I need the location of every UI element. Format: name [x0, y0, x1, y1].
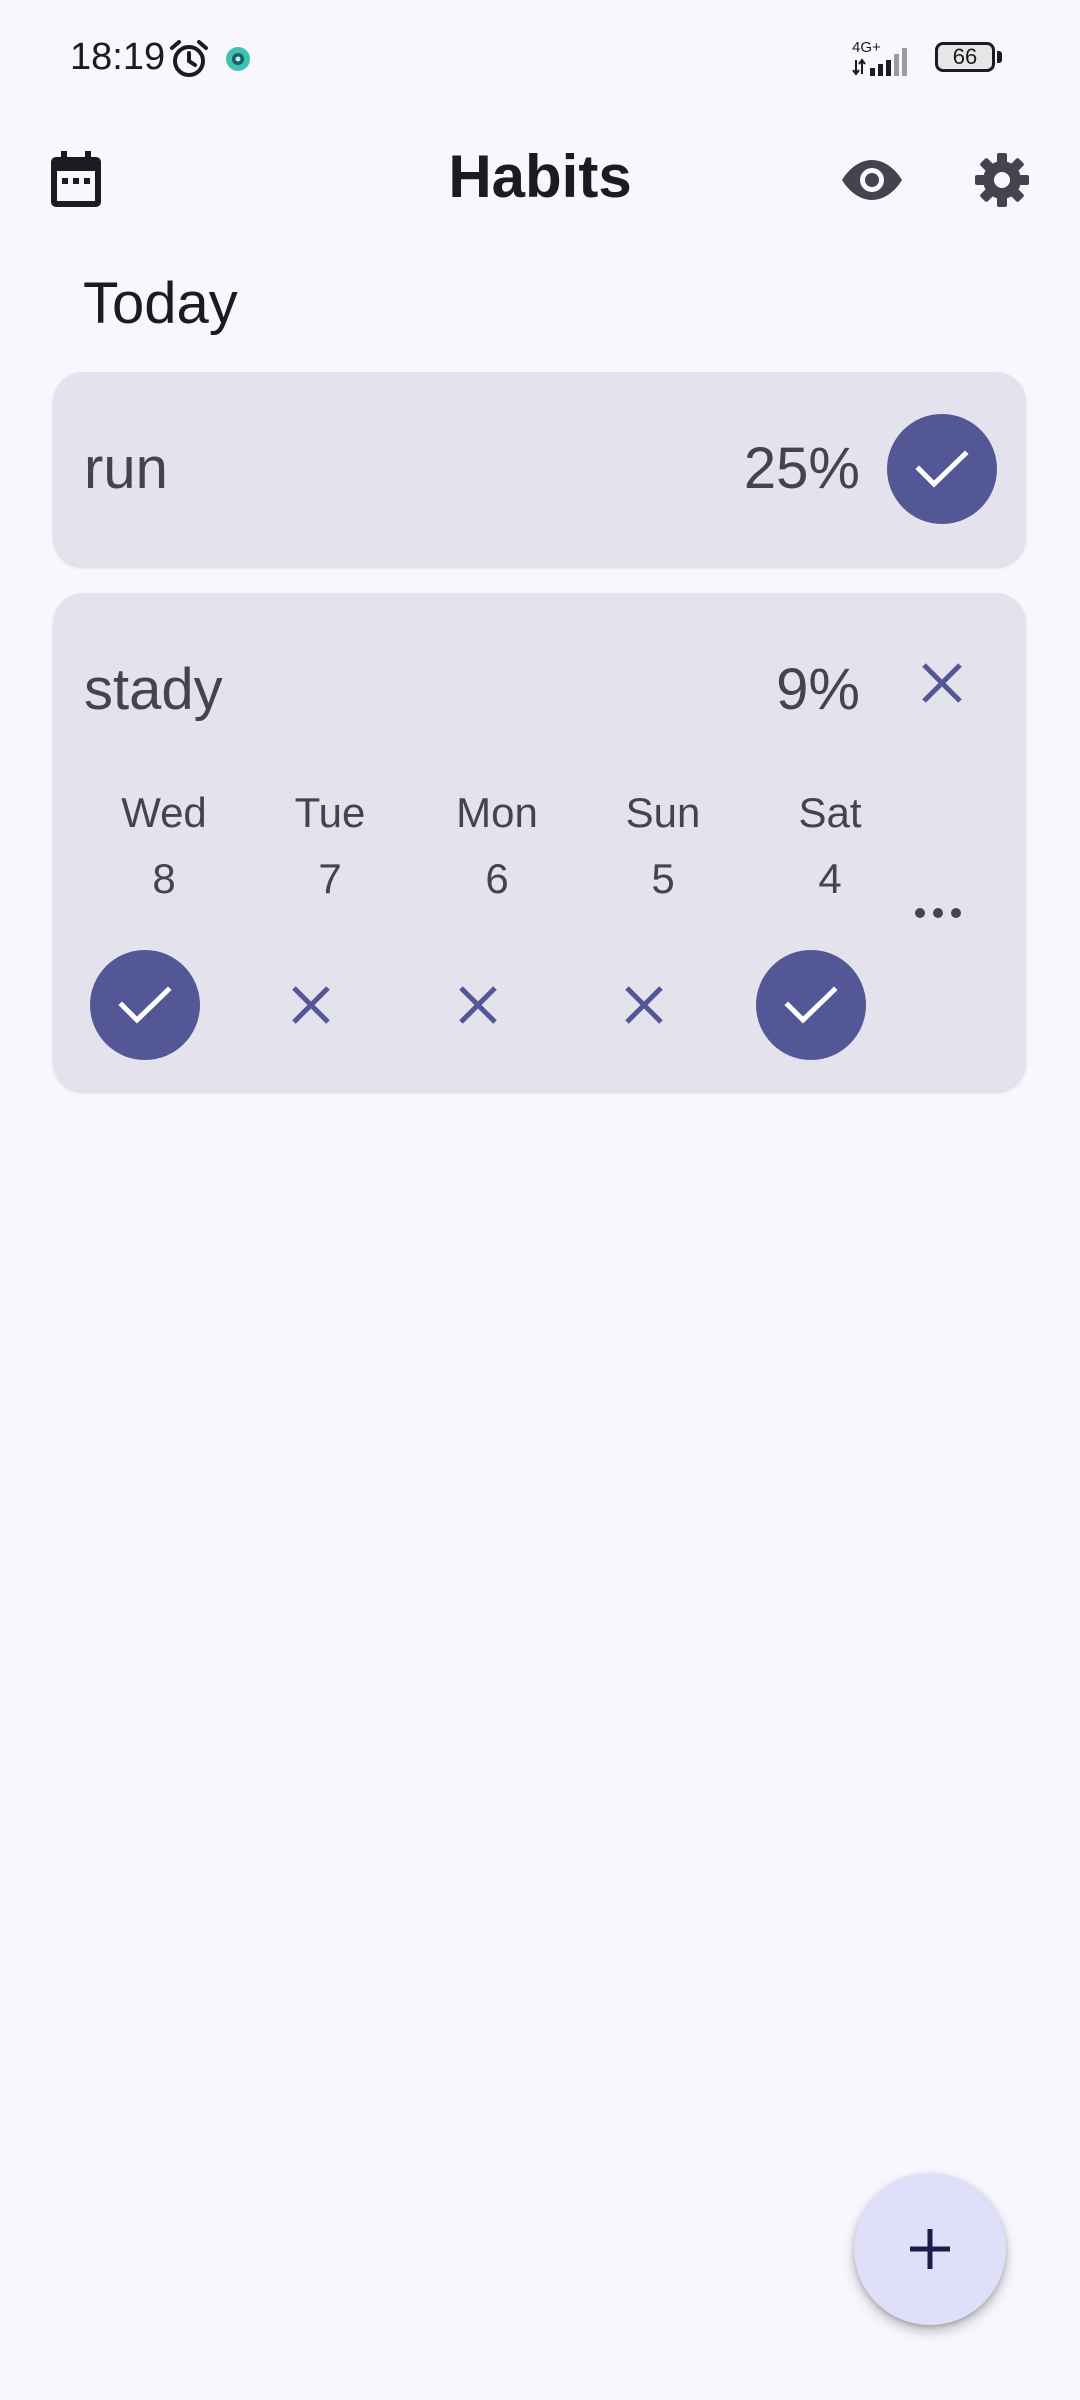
close-icon — [459, 986, 497, 1024]
habit-name: run — [84, 436, 168, 501]
signal-icon: 4G+ — [852, 39, 907, 76]
check-icon — [784, 986, 838, 1024]
day-name: Sun — [625, 789, 701, 836]
gear-icon — [975, 153, 1029, 207]
add-habit-button[interactable] — [854, 2173, 1006, 2325]
day-date: 4 — [818, 855, 842, 902]
day-date: 7 — [318, 855, 342, 902]
battery-tip — [997, 51, 1002, 63]
more-history-button[interactable] — [903, 893, 973, 933]
page-title: Habits — [448, 143, 632, 210]
habits-screen: 18:19 4G+ 66 Habits Today run 25% stady … — [0, 0, 1080, 2400]
habit-percent: 25% — [743, 436, 860, 501]
status-time: 18:19 — [70, 36, 166, 78]
check-icon — [915, 450, 969, 488]
history-toggle-sat[interactable] — [756, 950, 866, 1060]
alarm-icon — [170, 40, 208, 77]
history-toggle-tue[interactable] — [256, 950, 366, 1060]
history-toggle-wed[interactable] — [90, 950, 200, 1060]
history-day-wed: Wed 8 — [94, 788, 234, 904]
history-toggle-sun[interactable] — [589, 950, 699, 1060]
more-horizontal-icon — [915, 908, 961, 918]
day-name: Tue — [294, 789, 366, 836]
status-bar: 18:19 4G+ 66 — [0, 0, 1080, 118]
day-name: Mon — [456, 789, 538, 836]
habit-name: stady — [84, 657, 223, 722]
today-done-toggle[interactable] — [887, 414, 997, 524]
day-name: Wed — [121, 789, 207, 836]
day-date: 8 — [152, 855, 176, 902]
history-day-sun: Sun 5 — [593, 788, 733, 904]
close-icon — [922, 663, 962, 703]
close-icon — [625, 986, 663, 1024]
plus-icon — [910, 2229, 950, 2269]
battery-level: 66 — [935, 42, 995, 72]
eye-icon — [842, 160, 902, 200]
camera-dot-icon — [226, 47, 250, 71]
history-toggle-mon[interactable] — [423, 950, 533, 1060]
day-date: 5 — [651, 855, 675, 902]
day-date: 6 — [485, 855, 509, 902]
history-day-tue: Tue 7 — [260, 788, 400, 904]
habit-card-stady[interactable]: stady 9% Wed 8 Tue 7 Mon 6 Sun 5 Sat 4 — [53, 593, 1026, 1091]
close-icon — [292, 986, 330, 1024]
history-day-mon: Mon 6 — [427, 788, 567, 904]
top-app-bar: Habits — [0, 118, 1080, 238]
history-day-sat: Sat 4 — [760, 788, 900, 904]
check-icon — [118, 986, 172, 1024]
settings-button[interactable] — [962, 140, 1042, 220]
habit-percent: 9% — [776, 657, 860, 722]
network-label: 4G+ — [852, 39, 881, 56]
today-not-done-toggle[interactable] — [887, 628, 997, 738]
visibility-button[interactable] — [832, 140, 912, 220]
day-name: Sat — [798, 789, 862, 836]
section-title-today: Today — [83, 271, 238, 336]
battery-icon: 66 — [935, 42, 1005, 76]
habit-card-run[interactable]: run 25% — [53, 372, 1026, 566]
